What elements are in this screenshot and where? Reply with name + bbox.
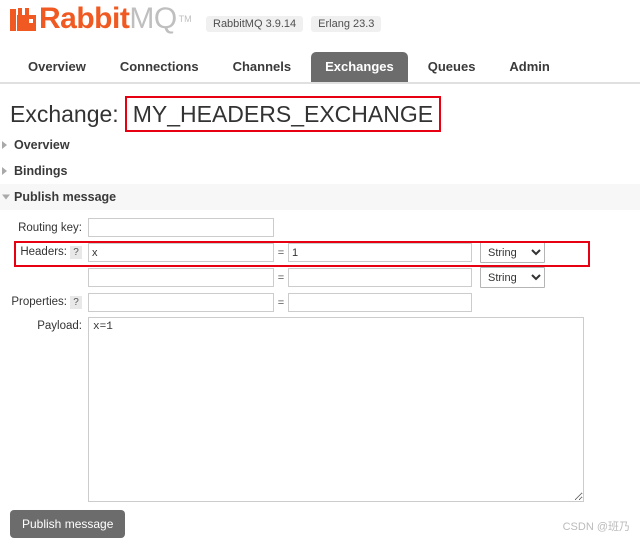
property-key-input[interactable] — [88, 293, 274, 312]
section-overview-label: Overview — [14, 138, 70, 152]
headers-equals-1: = — [274, 247, 288, 259]
form-footer: Publish message CSDN @班乃 — [0, 510, 640, 544]
chevron-right-icon — [2, 141, 7, 149]
section-overview[interactable]: Overview — [0, 132, 640, 158]
logo-text-primary: Rabbit — [39, 4, 129, 34]
rabbitmq-logo[interactable]: RabbitMQTM — [10, 4, 192, 34]
payload-label: Payload: — [0, 317, 88, 332]
tab-queues[interactable]: Queues — [414, 52, 490, 82]
property-value-input[interactable] — [288, 293, 472, 312]
headers-help-icon[interactable]: ? — [70, 246, 82, 259]
headers-row-1: Headers:? = StringNumberBooleanListDicti… — [0, 241, 640, 264]
version-badges: RabbitMQ 3.9.14 Erlang 23.3 — [206, 16, 381, 32]
payload-textarea[interactable] — [88, 317, 584, 502]
main-navigation: Overview Connections Channels Exchanges … — [0, 48, 640, 84]
properties-equals: = — [274, 297, 288, 309]
trademark-symbol: TM — [179, 12, 192, 26]
page-title: Exchange: MY_HEADERS_EXCHANGE — [10, 96, 640, 132]
headers-label-text: Headers: — [20, 246, 67, 258]
header-type-select-1[interactable]: StringNumberBooleanListDictionary — [480, 242, 545, 263]
properties-row: Properties:? = — [0, 291, 640, 314]
tab-overview[interactable]: Overview — [14, 52, 100, 82]
chevron-right-icon — [2, 167, 7, 175]
header-type-select-2[interactable]: StringNumberBooleanListDictionary — [480, 267, 545, 288]
tab-admin[interactable]: Admin — [495, 52, 563, 82]
tab-exchanges[interactable]: Exchanges — [311, 52, 408, 82]
chevron-down-icon — [2, 195, 10, 200]
exchange-name-highlight: MY_HEADERS_EXCHANGE — [125, 96, 441, 132]
headers-equals-2: = — [274, 272, 288, 284]
header-key-input-1[interactable] — [88, 243, 274, 262]
section-bindings-label: Bindings — [14, 164, 67, 178]
headers-row-2: = StringNumberBooleanListDictionary — [0, 266, 640, 289]
logo-text-secondary: MQ — [129, 4, 176, 34]
section-bindings[interactable]: Bindings — [0, 158, 640, 184]
page-title-prefix: Exchange: — [10, 99, 119, 129]
properties-label: Properties:? — [0, 296, 88, 309]
header-value-input-1[interactable] — [288, 243, 472, 262]
erlang-version-badge: Erlang 23.3 — [311, 16, 381, 32]
headers-label: Headers:? — [0, 246, 88, 259]
routing-key-input[interactable] — [88, 218, 274, 237]
properties-help-icon[interactable]: ? — [70, 296, 82, 309]
rabbit-logo-icon — [10, 6, 36, 32]
tab-channels[interactable]: Channels — [219, 52, 306, 82]
payload-row: Payload: — [0, 317, 640, 502]
publish-message-form: Routing key: Headers:? = StringNumberBoo… — [0, 216, 640, 502]
routing-key-label: Routing key: — [0, 222, 88, 234]
section-publish-message-label: Publish message — [14, 190, 116, 204]
tab-connections[interactable]: Connections — [106, 52, 213, 82]
properties-label-text: Properties: — [11, 296, 67, 308]
watermark-text: CSDN @班乃 — [563, 518, 630, 534]
rabbitmq-version-badge: RabbitMQ 3.9.14 — [206, 16, 303, 32]
routing-key-row: Routing key: — [0, 216, 640, 239]
app-header: RabbitMQTM RabbitMQ 3.9.14 Erlang 23.3 — [0, 0, 640, 48]
header-key-input-2[interactable] — [88, 268, 274, 287]
section-publish-message[interactable]: Publish message — [0, 184, 640, 210]
header-value-input-2[interactable] — [288, 268, 472, 287]
